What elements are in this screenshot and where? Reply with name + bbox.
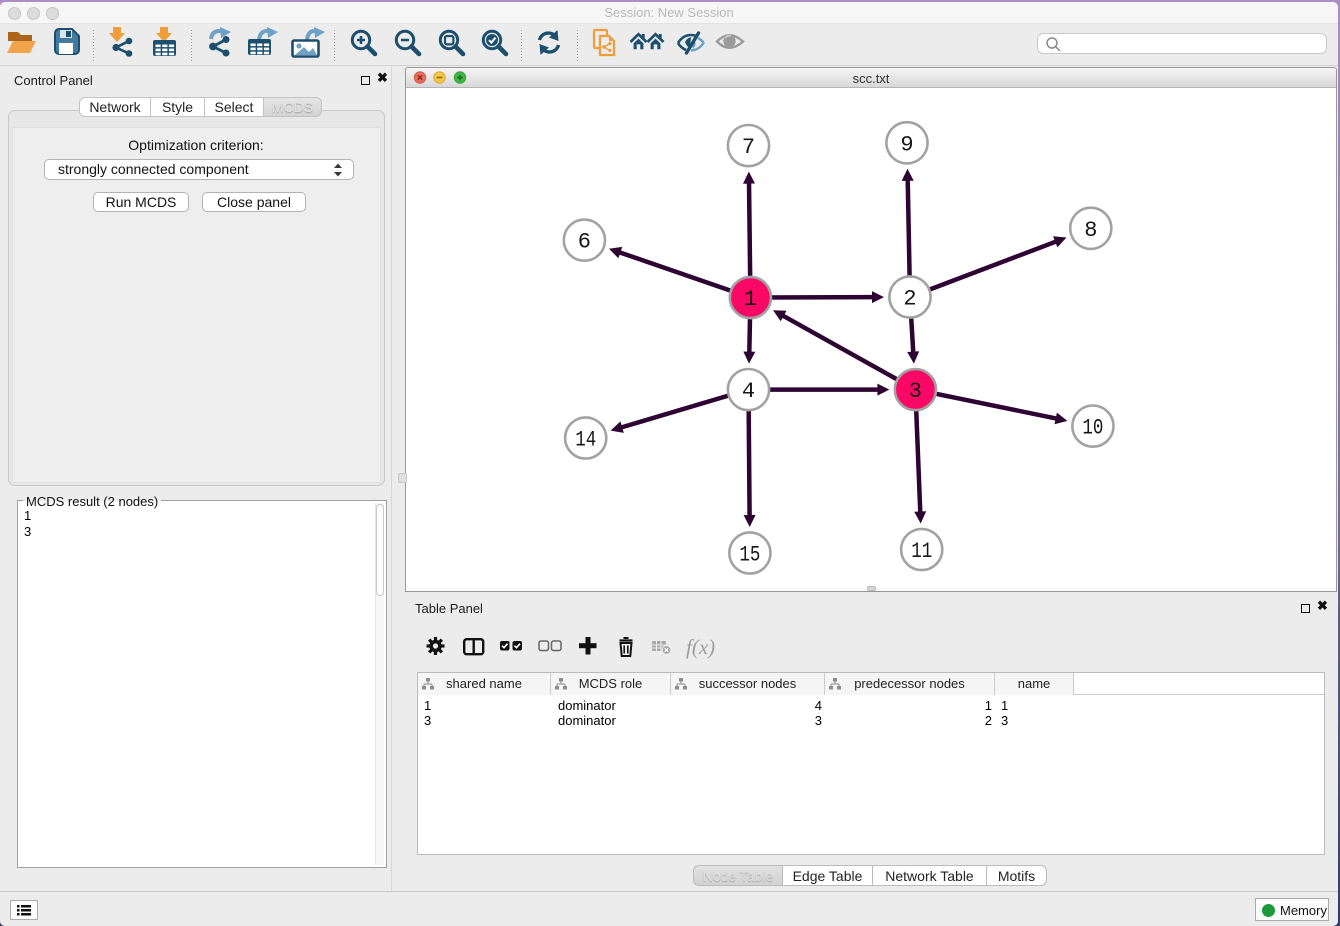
svg-text:15: 15 — [739, 543, 760, 568]
svg-text:9: 9 — [900, 132, 913, 157]
svg-text:2: 2 — [903, 287, 916, 312]
svg-text:10: 10 — [1082, 416, 1103, 441]
svg-text:f(x): f(x) — [686, 635, 715, 659]
svg-text:11: 11 — [911, 539, 932, 564]
svg-text:4: 4 — [742, 379, 755, 404]
svg-text:14: 14 — [575, 428, 596, 453]
svg-text:6: 6 — [578, 230, 591, 255]
svg-text:1: 1 — [744, 287, 757, 312]
svg-text:8: 8 — [1084, 218, 1097, 243]
svg-text:7: 7 — [742, 135, 755, 160]
svg-text:3: 3 — [909, 379, 922, 404]
